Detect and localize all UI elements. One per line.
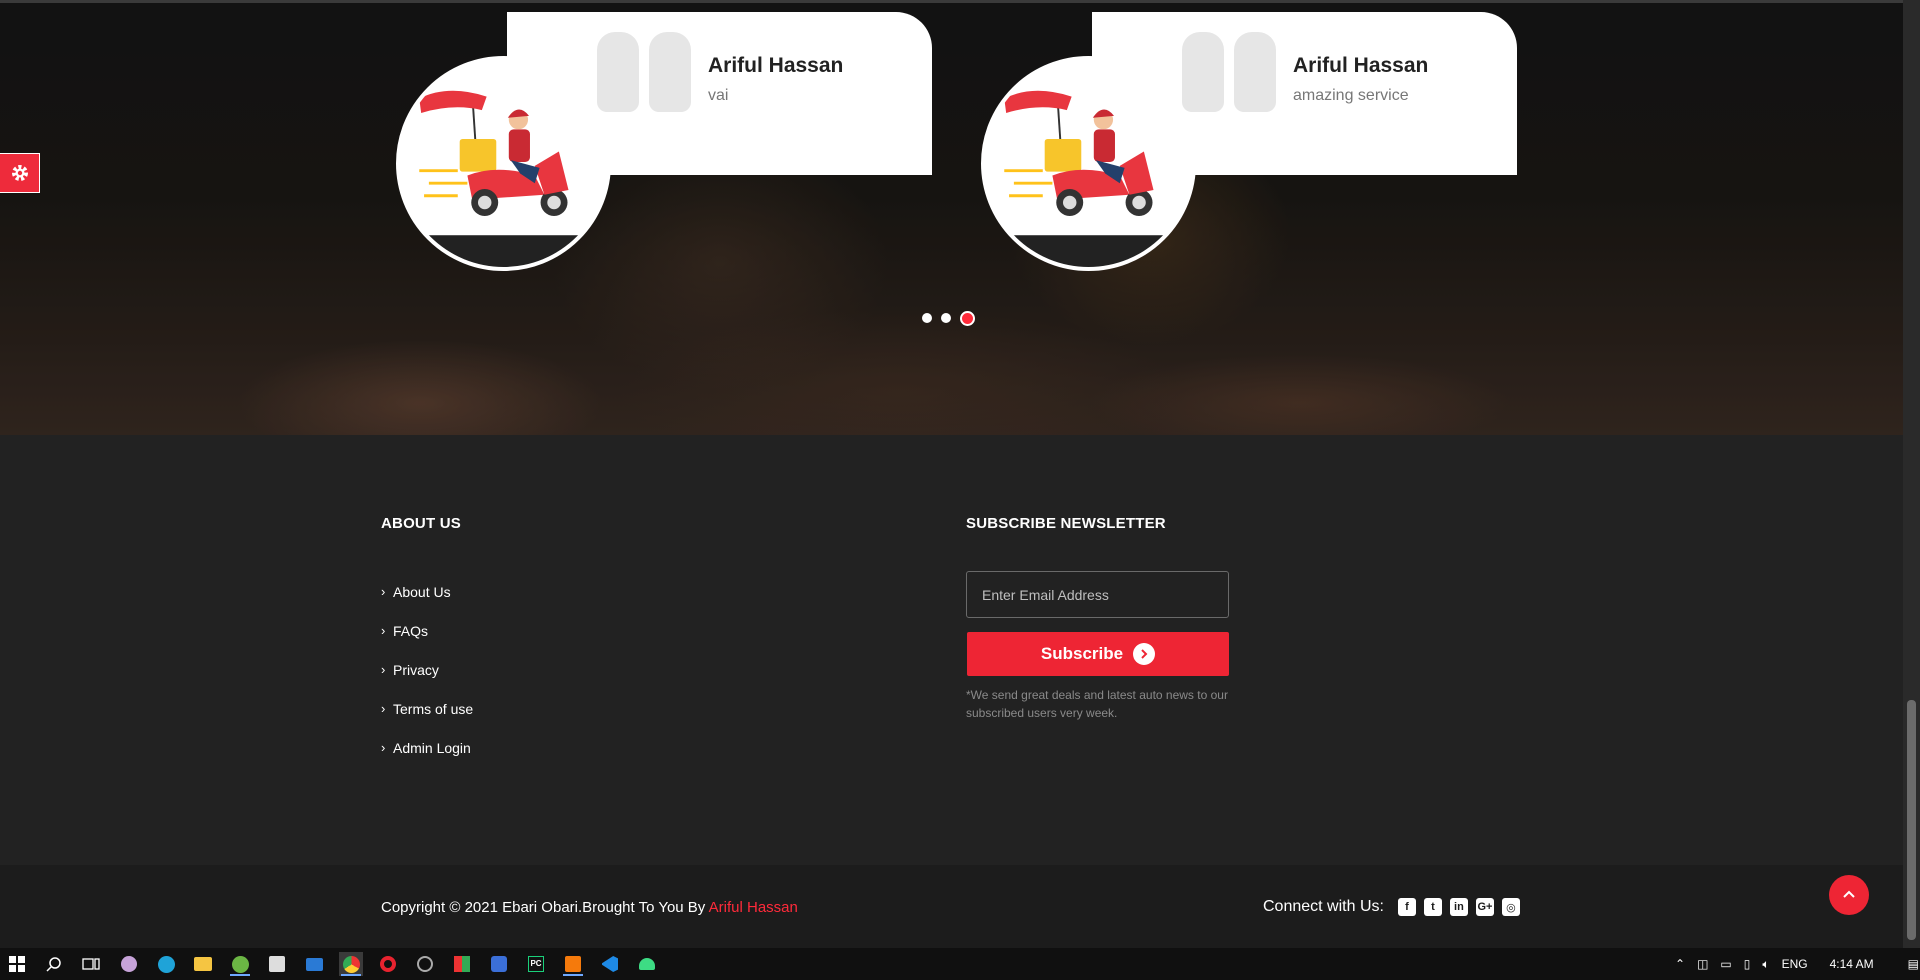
carousel-dot[interactable] — [922, 313, 932, 323]
page-scrollbar[interactable] — [1903, 0, 1920, 948]
app-icon[interactable] — [117, 952, 141, 976]
chrome-icon[interactable] — [339, 952, 363, 976]
avatar — [396, 56, 611, 271]
avatar — [981, 56, 1196, 271]
facebook-icon[interactable]: f — [1397, 898, 1416, 916]
about-heading: ABOUT US — [381, 515, 461, 532]
carousel-dot[interactable] — [941, 313, 951, 323]
pycharm-icon[interactable]: PC — [524, 952, 548, 976]
chevron-right-icon: › — [381, 623, 386, 638]
app-icon[interactable] — [450, 952, 474, 976]
testimonial-message: vai — [708, 87, 729, 104]
app-icon[interactable] — [487, 952, 511, 976]
connect-label: Connect with Us: — [1263, 898, 1384, 915]
testimonial-name: Ariful Hassan — [1293, 54, 1429, 77]
newsletter-note: *We send great deals and latest auto new… — [966, 688, 1228, 720]
android-studio-icon[interactable] — [635, 952, 659, 976]
footer-link-admin-login[interactable]: › Admin Login — [381, 728, 473, 767]
utorrent-icon[interactable] — [228, 952, 252, 976]
store-icon[interactable] — [265, 952, 289, 976]
chevron-right-icon: › — [381, 701, 386, 716]
system-tray: ⌃ ◫ ▭ ▯ 🔈︎ ENG 4:14 AM ▤ — [1675, 948, 1919, 980]
settings-toggle-button[interactable] — [0, 153, 40, 193]
windows-start-icon[interactable] — [5, 952, 29, 976]
carousel-dot-active[interactable] — [960, 310, 975, 326]
footer-link-about-us[interactable]: › About Us — [381, 572, 473, 611]
scroll-to-top-button[interactable] — [1829, 875, 1869, 915]
task-view-icon[interactable] — [79, 952, 103, 976]
arrow-right-icon — [1133, 643, 1156, 665]
testimonials-section: Ariful Hassan vai Ariful Hassan amazing … — [0, 3, 1903, 435]
footer-link-terms[interactable]: › Terms of use — [381, 689, 473, 728]
opera-icon[interactable] — [376, 952, 400, 976]
footer-link-privacy[interactable]: › Privacy — [381, 650, 473, 689]
testimonial-message: amazing service — [1293, 87, 1409, 104]
taskbar: PC ⌃ ◫ ▭ ▯ 🔈︎ ENG 4:14 AM ▤ — [0, 948, 1920, 980]
camera-icon[interactable]: ◫ — [1697, 957, 1708, 971]
file-explorer-icon[interactable] — [191, 952, 215, 976]
chevron-right-icon: › — [381, 584, 386, 599]
chevron-right-icon: › — [381, 662, 386, 677]
chevron-up-icon — [1843, 890, 1855, 898]
footer-link-faqs[interactable]: › FAQs — [381, 611, 473, 650]
about-links: › About Us › FAQs › Privacy › Terms of use ›… — [381, 572, 473, 767]
footer: ABOUT US › About Us › FAQs › Privacy › Terms… — [0, 435, 1903, 865]
mail-icon[interactable] — [302, 952, 326, 976]
author-link[interactable]: Ariful Hassan — [709, 899, 798, 916]
edge-icon[interactable] — [154, 952, 178, 976]
notifications-icon[interactable]: ▤ — [1908, 957, 1919, 971]
search-icon[interactable] — [42, 952, 66, 976]
vscode-icon[interactable] — [598, 952, 622, 976]
delivery-scooter-image — [400, 60, 607, 267]
copyright-text: Copyright © 2021 Ebari Obari.Brought To … — [381, 899, 798, 916]
newsletter-heading: SUBSCRIBE NEWSLETTER — [966, 515, 1166, 532]
chevron-right-icon: › — [381, 740, 386, 755]
testimonial-name: Ariful Hassan — [708, 54, 844, 77]
gear-icon — [11, 165, 28, 181]
battery-icon[interactable]: ▯ — [1744, 957, 1751, 971]
footer-bottom-bar: Copyright © 2021 Ebari Obari.Brought To … — [0, 865, 1903, 948]
chevron-up-icon[interactable]: ⌃ — [1675, 957, 1685, 971]
scrollbar-thumb[interactable] — [1907, 700, 1916, 940]
google-plus-icon[interactable]: G+ — [1475, 898, 1494, 916]
quote-icon — [597, 32, 697, 122]
social-connect: Connect with Us: f t in G+ ◎ — [1263, 898, 1520, 916]
clock[interactable]: 4:14 AM — [1830, 957, 1874, 971]
volume-icon[interactable]: 🔈︎ — [1762, 957, 1769, 972]
app-icon[interactable] — [413, 952, 437, 976]
email-field[interactable] — [966, 571, 1229, 618]
page: Ariful Hassan vai Ariful Hassan amazing … — [0, 0, 1903, 948]
quote-icon — [1182, 32, 1282, 122]
network-icon[interactable]: ▭ — [1720, 957, 1731, 971]
linkedin-icon[interactable]: in — [1449, 898, 1468, 916]
carousel-dots — [922, 308, 975, 328]
twitter-icon[interactable]: t — [1423, 898, 1442, 916]
social-icons: f t in G+ ◎ — [1397, 898, 1520, 916]
language-indicator[interactable]: ENG — [1782, 957, 1808, 971]
instagram-icon[interactable]: ◎ — [1501, 898, 1520, 916]
subscribe-button[interactable]: Subscribe — [967, 632, 1229, 676]
xampp-icon[interactable] — [561, 952, 585, 976]
delivery-scooter-image — [985, 60, 1192, 267]
